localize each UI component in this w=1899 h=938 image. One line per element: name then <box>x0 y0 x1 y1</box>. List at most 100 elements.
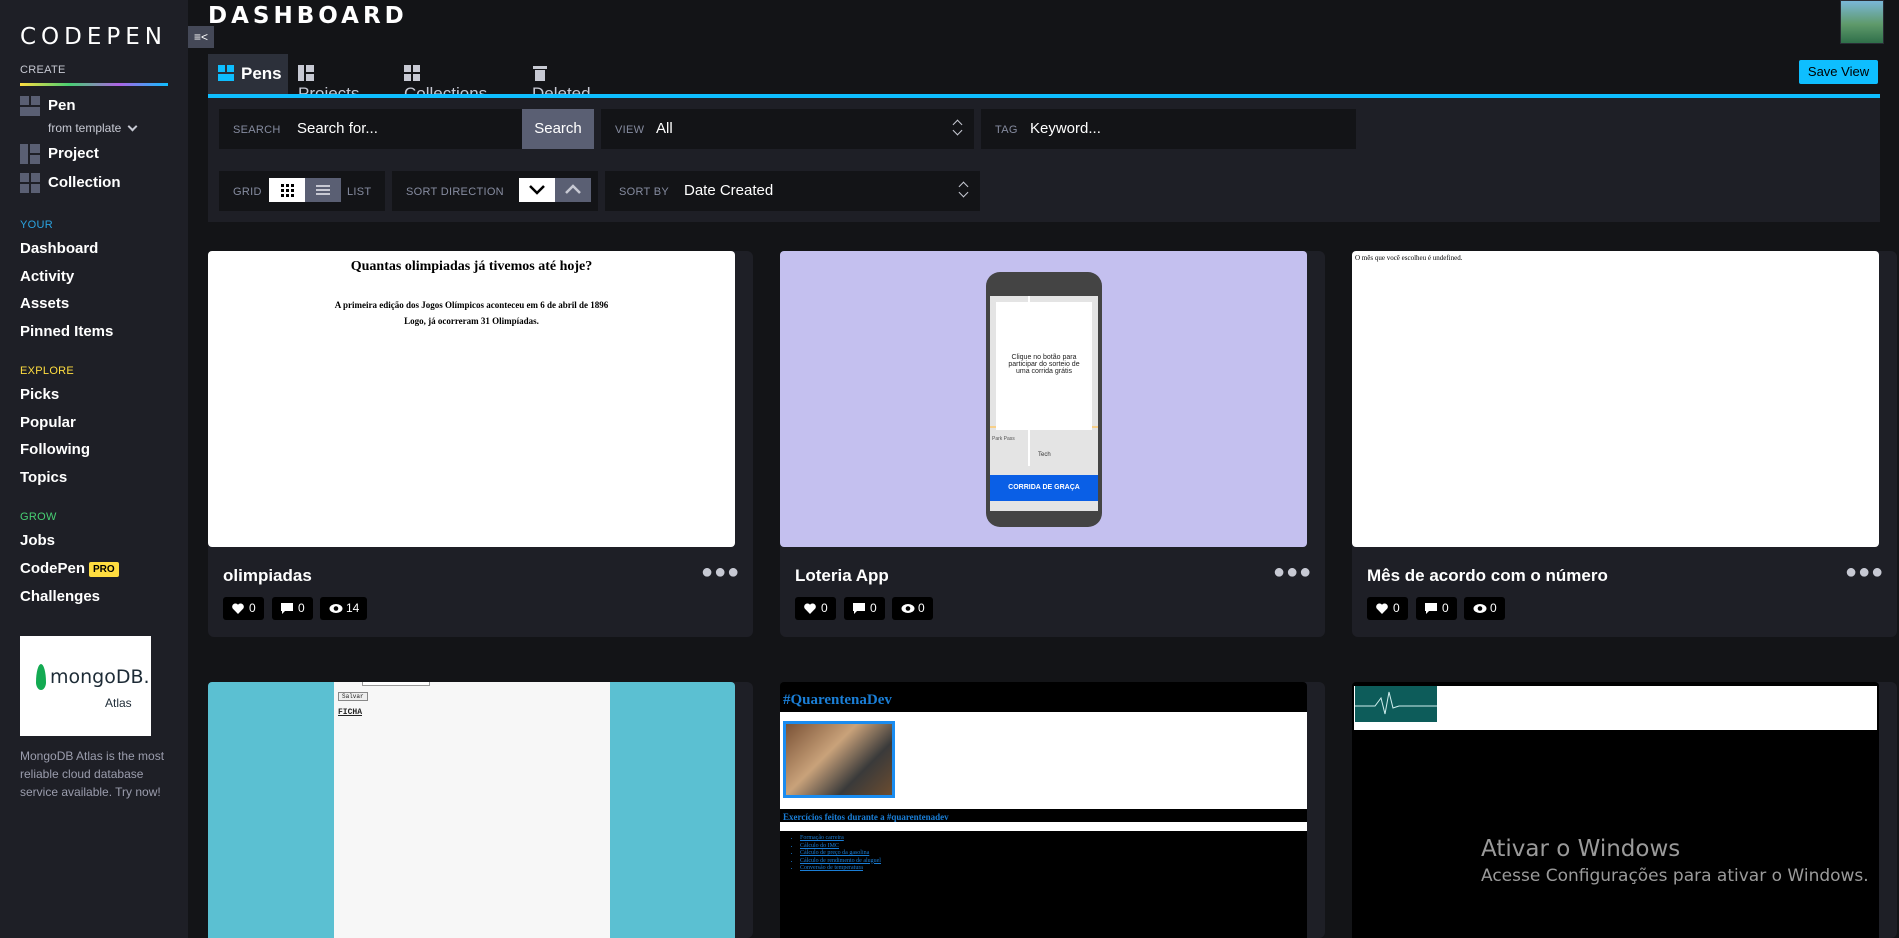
like-button[interactable]: 0 <box>223 597 264 620</box>
sidebar-new-project[interactable]: Project <box>20 144 99 164</box>
create-section-label: CREATE <box>20 64 66 76</box>
view-updown-icon <box>953 118 963 138</box>
views-button[interactable]: 0 <box>892 597 933 620</box>
like-count: 0 <box>1393 601 1400 615</box>
preview-heading: #QuarentenaDev <box>783 692 892 708</box>
search-label: SEARCH <box>233 124 281 136</box>
chevron-up-icon <box>565 184 581 194</box>
sort-ascending-button[interactable] <box>555 178 591 202</box>
sidebar-item-picks[interactable]: Picks <box>20 386 59 403</box>
sidebar-item-topics[interactable]: Topics <box>20 469 67 486</box>
view-label: VIEW <box>615 124 645 136</box>
views-count: 0 <box>918 601 925 615</box>
comment-button[interactable]: 0 <box>1416 597 1457 620</box>
project-label: Project <box>48 144 99 162</box>
search-button[interactable]: Search <box>522 109 594 149</box>
pen-preview[interactable]: O mês que você escolheu é undefined. <box>1352 251 1879 547</box>
comment-button[interactable]: 0 <box>272 597 313 620</box>
pen-title[interactable]: olimpiadas <box>223 566 312 586</box>
tab-projects[interactable]: Projects <box>298 54 359 103</box>
sort-by-label: SORT BY <box>619 186 669 198</box>
heart-icon <box>804 603 816 614</box>
like-button[interactable]: 0 <box>795 597 836 620</box>
preview-text: O mês que você escolheu é undefined. <box>1355 254 1463 262</box>
preview-text: Clique no botão para participar do sorte… <box>996 302 1092 430</box>
sidebar-item-dashboard[interactable]: Dashboard <box>20 240 98 257</box>
views-button[interactable]: 0 <box>1464 597 1505 620</box>
page-title: DASHBOARD <box>208 3 408 29</box>
from-template-dropdown[interactable]: from template <box>48 121 138 135</box>
sidebar-item-following[interactable]: Following <box>20 441 90 458</box>
tab-deleted[interactable]: Deleted <box>532 54 591 103</box>
heart-icon <box>1376 603 1388 614</box>
preview-subheading: Exercícios feitos durante a #quarentenad… <box>783 812 949 822</box>
eye-icon <box>901 604 915 613</box>
tab-collections[interactable]: Collections <box>404 54 487 103</box>
collection-icon <box>20 173 40 193</box>
sort-descending-button[interactable] <box>519 178 555 202</box>
sidebar-item-assets[interactable]: Assets <box>20 295 69 312</box>
eye-icon <box>1473 604 1487 613</box>
form-input <box>362 682 430 686</box>
pen-card-olimpiadas[interactable]: Quantas olimpiadas já tivemos até hoje? … <box>208 251 753 637</box>
sidebar-item-jobs[interactable]: Jobs <box>20 532 55 549</box>
like-count: 0 <box>821 601 828 615</box>
view-value: All <box>656 120 673 137</box>
heart-icon <box>232 603 244 614</box>
sidebar-item-codepen-pro[interactable]: CodePen PRO <box>20 560 119 577</box>
save-view-button[interactable]: Save View <box>1799 60 1878 84</box>
explore-section-label: EXPLORE <box>20 365 75 377</box>
sidebar-item-popular[interactable]: Popular <box>20 414 76 431</box>
pen-card[interactable]: Salvar FICHA <box>208 682 753 938</box>
pen-preview[interactable]: Park Pass Tech Clique no botão para part… <box>780 251 1307 547</box>
sidebar-new-pen[interactable]: Pen <box>20 96 76 116</box>
preview-link: Cálculo do IMC <box>800 843 881 851</box>
pen-preview[interactable]: Salvar FICHA <box>208 682 735 938</box>
ecg-banner <box>1355 686 1437 722</box>
sidebar-new-collection[interactable]: Collection <box>20 173 121 193</box>
pen-preview[interactable]: #QuarentenaDev Exercícios feitos durante… <box>780 682 1307 938</box>
preview-button: CORRIDA DE GRAÇA <box>990 475 1098 501</box>
from-template-label: from template <box>48 121 122 135</box>
chevron-down-icon <box>127 121 138 132</box>
pen-card-quarentenadev[interactable]: #QuarentenaDev Exercícios feitos durante… <box>780 682 1325 938</box>
mongodb-ad[interactable]: mongoDB. Atlas <box>20 636 151 736</box>
collapse-sidebar-button[interactable]: ≡< <box>188 26 214 48</box>
tab-pens[interactable]: Pens <box>208 54 288 94</box>
more-options-icon[interactable]: ●●● <box>701 561 740 584</box>
more-options-icon[interactable]: ●●● <box>1845 561 1884 584</box>
sidebar-item-activity[interactable]: Activity <box>20 268 74 285</box>
sidebar-item-pinned-items[interactable]: Pinned Items <box>20 323 113 340</box>
pen-preview[interactable]: Quantas olimpiadas já tivemos até hoje? … <box>208 251 735 547</box>
projects-icon <box>298 65 314 81</box>
pen-title[interactable]: Mês de acordo com o número <box>1367 566 1608 586</box>
ad-sub: Atlas <box>105 696 132 710</box>
comment-button[interactable]: 0 <box>844 597 885 620</box>
pen-card[interactable] <box>1352 682 1897 938</box>
avatar[interactable] <box>1840 0 1884 44</box>
codepen-logo[interactable]: CODEPEN <box>20 24 167 50</box>
list-view-button[interactable] <box>305 178 341 202</box>
more-options-icon[interactable]: ●●● <box>1273 561 1312 584</box>
windows-activation-notice: Ativar o Windows Acesse Configurações pa… <box>1481 836 1869 886</box>
views-button[interactable]: 14 <box>320 597 368 620</box>
list-label: LIST <box>347 186 372 198</box>
heartbeat-icon <box>1355 691 1437 715</box>
pen-card-loteria-app[interactable]: Park Pass Tech Clique no botão para part… <box>780 251 1325 637</box>
comment-count: 0 <box>1442 601 1449 615</box>
pen-grid-icon <box>20 96 40 116</box>
project-icon <box>20 144 40 164</box>
pen-preview[interactable] <box>1352 682 1879 938</box>
list-icon <box>316 185 330 195</box>
search-input[interactable]: Search for... <box>297 120 378 137</box>
preview-link: Formação carreira <box>800 835 881 843</box>
ad-text[interactable]: MongoDB Atlas is the most reliable cloud… <box>20 747 170 801</box>
sidebar-item-challenges[interactable]: Challenges <box>20 588 100 605</box>
codepen-pro-label: CodePen <box>20 560 86 577</box>
grid-view-button[interactable] <box>269 178 305 202</box>
pen-title[interactable]: Loteria App <box>795 566 889 586</box>
sidebar: CODEPEN CREATE Pen from template Project… <box>0 0 188 938</box>
like-button[interactable]: 0 <box>1367 597 1408 620</box>
tag-input[interactable]: Keyword... <box>1030 120 1101 137</box>
pen-card-mes-de-acordo[interactable]: O mês que você escolheu é undefined. Mês… <box>1352 251 1897 637</box>
